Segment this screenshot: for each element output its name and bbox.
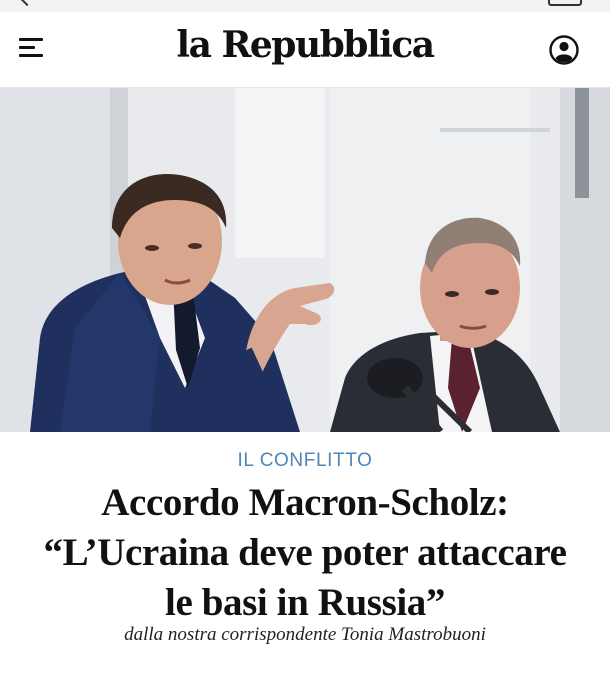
headline-line: Accordo Macron-Scholz:: [101, 481, 509, 524]
article-byline: dalla nostra corrispondente Tonia Mastro…: [124, 624, 486, 645]
article-kicker[interactable]: IL CONFLITTO: [0, 450, 610, 472]
back-chevron-icon[interactable]: [19, 0, 35, 7]
headline-line: “L’Ucraina deve poter attaccare: [43, 531, 567, 574]
status-bar: [0, 0, 610, 12]
site-header: la Repubblica: [0, 12, 610, 88]
user-account-icon[interactable]: [548, 34, 580, 66]
headline-line: le basi in Russia”: [165, 581, 445, 624]
site-logo[interactable]: la Repubblica: [0, 24, 610, 66]
article-headline[interactable]: Accordo Macron-Scholz: “L’Ucraina deve p…: [20, 478, 590, 628]
hero-photo[interactable]: [0, 88, 610, 432]
battery-icon: [548, 0, 582, 6]
